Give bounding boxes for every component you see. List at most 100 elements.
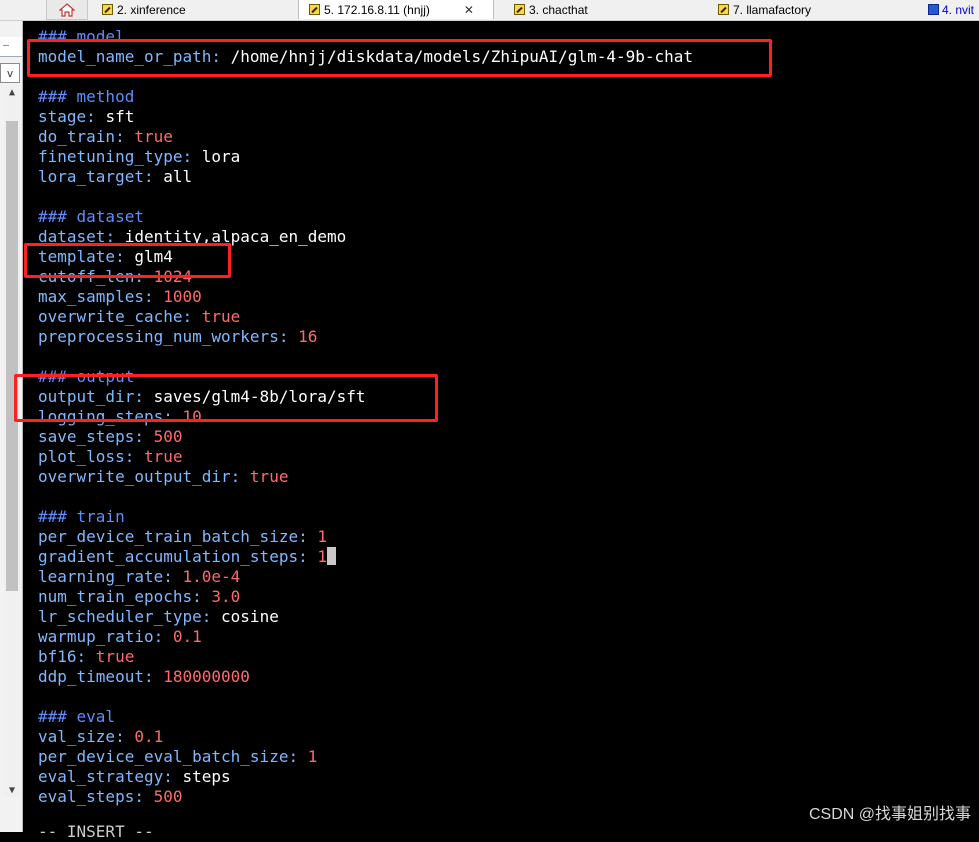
separator: : [192, 587, 212, 606]
config-line-ddp-timeout: ddp_timeout: 180000000 [38, 667, 250, 687]
config-value: 1 [317, 527, 327, 546]
config-value: 10 [182, 407, 202, 426]
tab-label: 4. nvit [942, 2, 975, 17]
separator: : [182, 147, 202, 166]
separator: : [115, 727, 135, 746]
config-line-output-dir: output_dir: saves/glm4-8b/lora/sft [38, 387, 366, 407]
terminal-icon [309, 4, 320, 15]
separator: : [298, 547, 318, 566]
config-key: logging_steps [38, 407, 164, 426]
config-line-model-name-or-path: model_name_or_path: /home/hnjj/diskdata/… [38, 47, 693, 67]
separator: : [230, 467, 250, 486]
config-line-overwrite-cache: overwrite_cache: true [38, 307, 240, 327]
scroll-down-icon[interactable]: ▼ [4, 783, 20, 797]
section-train: ### train [38, 507, 125, 526]
side-field[interactable]: — [0, 37, 22, 57]
config-value: true [201, 307, 241, 326]
terminal-view[interactable]: ### model model_name_or_path: /home/hnjj… [28, 21, 979, 832]
terminal-icon [718, 4, 729, 15]
chevron-down-icon: v [6, 66, 14, 80]
config-value: true [134, 127, 173, 146]
config-line-bf16: bf16: true [38, 647, 134, 667]
tab-label: 5. 172.16.8.11 (hnjj) [324, 2, 430, 17]
tab-label: 3. chacthat [529, 2, 588, 17]
config-key: per_device_train_batch_size [38, 527, 299, 546]
watermark: CSDN @找事姐别找事 [808, 806, 971, 823]
config-value: 1.0e-4 [182, 567, 241, 586]
config-key: stage [38, 107, 87, 126]
config-key: bf16 [38, 647, 77, 666]
tab-chacthat[interactable]: 3. chacthat [514, 0, 704, 19]
separator: : [105, 227, 125, 246]
config-value: 1024 [153, 267, 193, 286]
separator: : [163, 767, 183, 786]
config-line-per-device-eval-batch-size: per_device_eval_batch_size: 1 [38, 747, 317, 767]
config-key: max_samples [38, 287, 144, 306]
config-key: cutoff_len [38, 267, 135, 286]
close-icon[interactable]: ✕ [464, 3, 474, 17]
section-model: ### model [38, 27, 125, 46]
session-icon [928, 4, 939, 15]
config-key: eval_strategy [38, 767, 164, 786]
config-line-template: template: glm4 [38, 247, 173, 267]
config-value: true [95, 647, 135, 666]
tab-llamafactory[interactable]: 7. llamafactory [718, 0, 908, 19]
config-value: /home/hnjj/diskdata/models/ZhipuAI/glm-4… [230, 47, 694, 66]
config-line-dataset: dataset: identity,alpaca_en_demo [38, 227, 346, 247]
terminal-icon [102, 4, 113, 15]
config-key: lora_target [38, 167, 144, 186]
config-key: val_size [38, 727, 116, 746]
dropdown-toggle[interactable]: v [0, 63, 20, 83]
separator: : [278, 327, 299, 346]
section-dataset: ### dataset [38, 207, 144, 226]
config-line-do-train: do_train: true [38, 127, 173, 147]
section-method: ### method [38, 87, 135, 106]
config-line-lr-scheduler-type: lr_scheduler_type: cosine [38, 607, 279, 627]
separator: : [134, 387, 154, 406]
separator: : [124, 447, 144, 466]
tab-ssh-session[interactable]: 5. 172.16.8.11 (hnjj) ✕ [298, 0, 494, 19]
config-key: do_train [38, 127, 116, 146]
config-value: sft [105, 107, 135, 126]
config-line-per-device-train-batch-size: per_device_train_batch_size: 1 [38, 527, 327, 547]
separator: : [163, 567, 183, 586]
separator: : [134, 427, 154, 446]
terminal-icon [514, 4, 525, 15]
separator: : [143, 287, 164, 306]
separator: : [134, 267, 154, 286]
tab-xinference[interactable]: 2. xinference [102, 0, 292, 19]
separator: : [201, 607, 222, 626]
config-value: 0.1 [172, 627, 202, 646]
config-value: identity,alpaca_en_demo [124, 227, 347, 246]
config-line-stage: stage: sft [38, 107, 134, 127]
section-eval: ### eval [38, 707, 116, 726]
config-key: per_device_eval_batch_size [38, 747, 289, 766]
config-key: dataset [38, 227, 106, 246]
config-value: 1000 [163, 287, 202, 306]
tab-label: 7. llamafactory [733, 2, 812, 17]
separator: : [143, 167, 164, 186]
home-tab[interactable] [46, 0, 88, 20]
config-key: gradient_accumulation_steps [38, 547, 299, 566]
config-value: cosine [221, 607, 279, 626]
text-cursor [327, 547, 336, 565]
tab-nvit[interactable]: 4. nvit [928, 0, 979, 19]
config-key: overwrite_cache [38, 307, 183, 326]
config-value: 500 [153, 787, 183, 806]
separator: : [76, 647, 96, 666]
side-scrollbar[interactable]: ▲ ▼ [4, 85, 20, 797]
config-key: model_name_or_path [38, 47, 212, 66]
config-line-warmup-ratio: warmup_ratio: 0.1 [38, 627, 202, 647]
separator: : [115, 247, 135, 266]
config-value: glm4 [134, 247, 173, 266]
config-value: steps [182, 767, 231, 786]
separator: : [134, 787, 154, 806]
config-line-lora-target: lora_target: all [38, 167, 192, 187]
config-value: 1 [317, 547, 327, 566]
config-value: true [143, 447, 183, 466]
scroll-up-icon[interactable]: ▲ [4, 85, 20, 99]
config-value: 0.1 [134, 727, 164, 746]
scroll-thumb[interactable] [6, 121, 18, 591]
config-line-save-steps: save_steps: 500 [38, 427, 183, 447]
config-value: 1 [307, 747, 318, 766]
